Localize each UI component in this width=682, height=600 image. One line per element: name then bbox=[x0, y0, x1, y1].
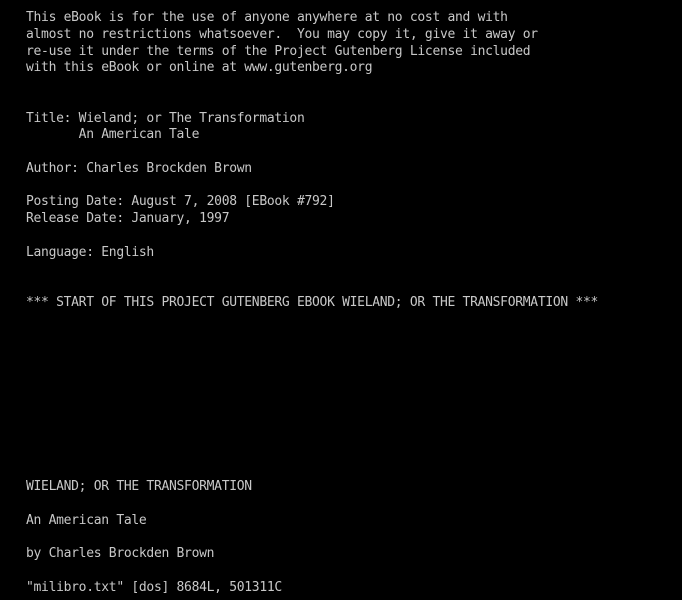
buffer-line bbox=[26, 412, 676, 429]
buffer-line bbox=[26, 379, 676, 396]
buffer-line: *** START OF THIS PROJECT GUTENBERG EBOO… bbox=[26, 294, 599, 310]
buffer-line: Posting Date: August 7, 2008 [EBook #792… bbox=[26, 194, 335, 210]
buffer-line: re-use it under the terms of the Project… bbox=[26, 43, 531, 59]
buffer-line: This eBook is for the use of anyone anyw… bbox=[26, 10, 508, 25]
buffer-line bbox=[26, 395, 676, 412]
buffer-line bbox=[26, 462, 676, 479]
buffer-line bbox=[26, 278, 676, 295]
buffer-line bbox=[26, 362, 676, 379]
buffer-line: by Charles Brockden Brown bbox=[26, 546, 215, 561]
buffer-line: Language: English bbox=[26, 244, 154, 260]
buffer-line: An American Tale bbox=[26, 512, 147, 528]
buffer-line bbox=[26, 496, 676, 513]
status-line: "milibro.txt" [dos] 8684L, 501311C bbox=[26, 580, 282, 595]
buffer-line bbox=[26, 429, 676, 446]
buffer-line: with this eBook or online at www.gutenbe… bbox=[26, 60, 373, 76]
buffer-line: Author: Charles Brockden Brown bbox=[26, 160, 252, 176]
buffer-line bbox=[26, 312, 676, 329]
buffer-line bbox=[26, 529, 676, 546]
buffer-line bbox=[26, 94, 676, 111]
buffer-line bbox=[26, 345, 676, 362]
buffer-line bbox=[26, 228, 676, 245]
buffer-line: Title: Wieland; or The Transformation bbox=[26, 110, 305, 126]
buffer-line bbox=[26, 328, 676, 345]
buffer-line bbox=[26, 446, 676, 463]
buffer-line bbox=[26, 178, 676, 195]
text-buffer[interactable]: This eBook is for the use of anyone anyw… bbox=[26, 10, 676, 563]
buffer-line: WIELAND; OR THE TRANSFORMATION bbox=[26, 479, 252, 494]
buffer-line bbox=[26, 77, 676, 94]
buffer-line bbox=[26, 144, 676, 161]
buffer-line: almost no restrictions whatsoever. You m… bbox=[26, 26, 538, 42]
buffer-line: An American Tale bbox=[26, 127, 200, 143]
buffer-line bbox=[26, 261, 676, 278]
buffer-line: Release Date: January, 1997 bbox=[26, 211, 230, 226]
